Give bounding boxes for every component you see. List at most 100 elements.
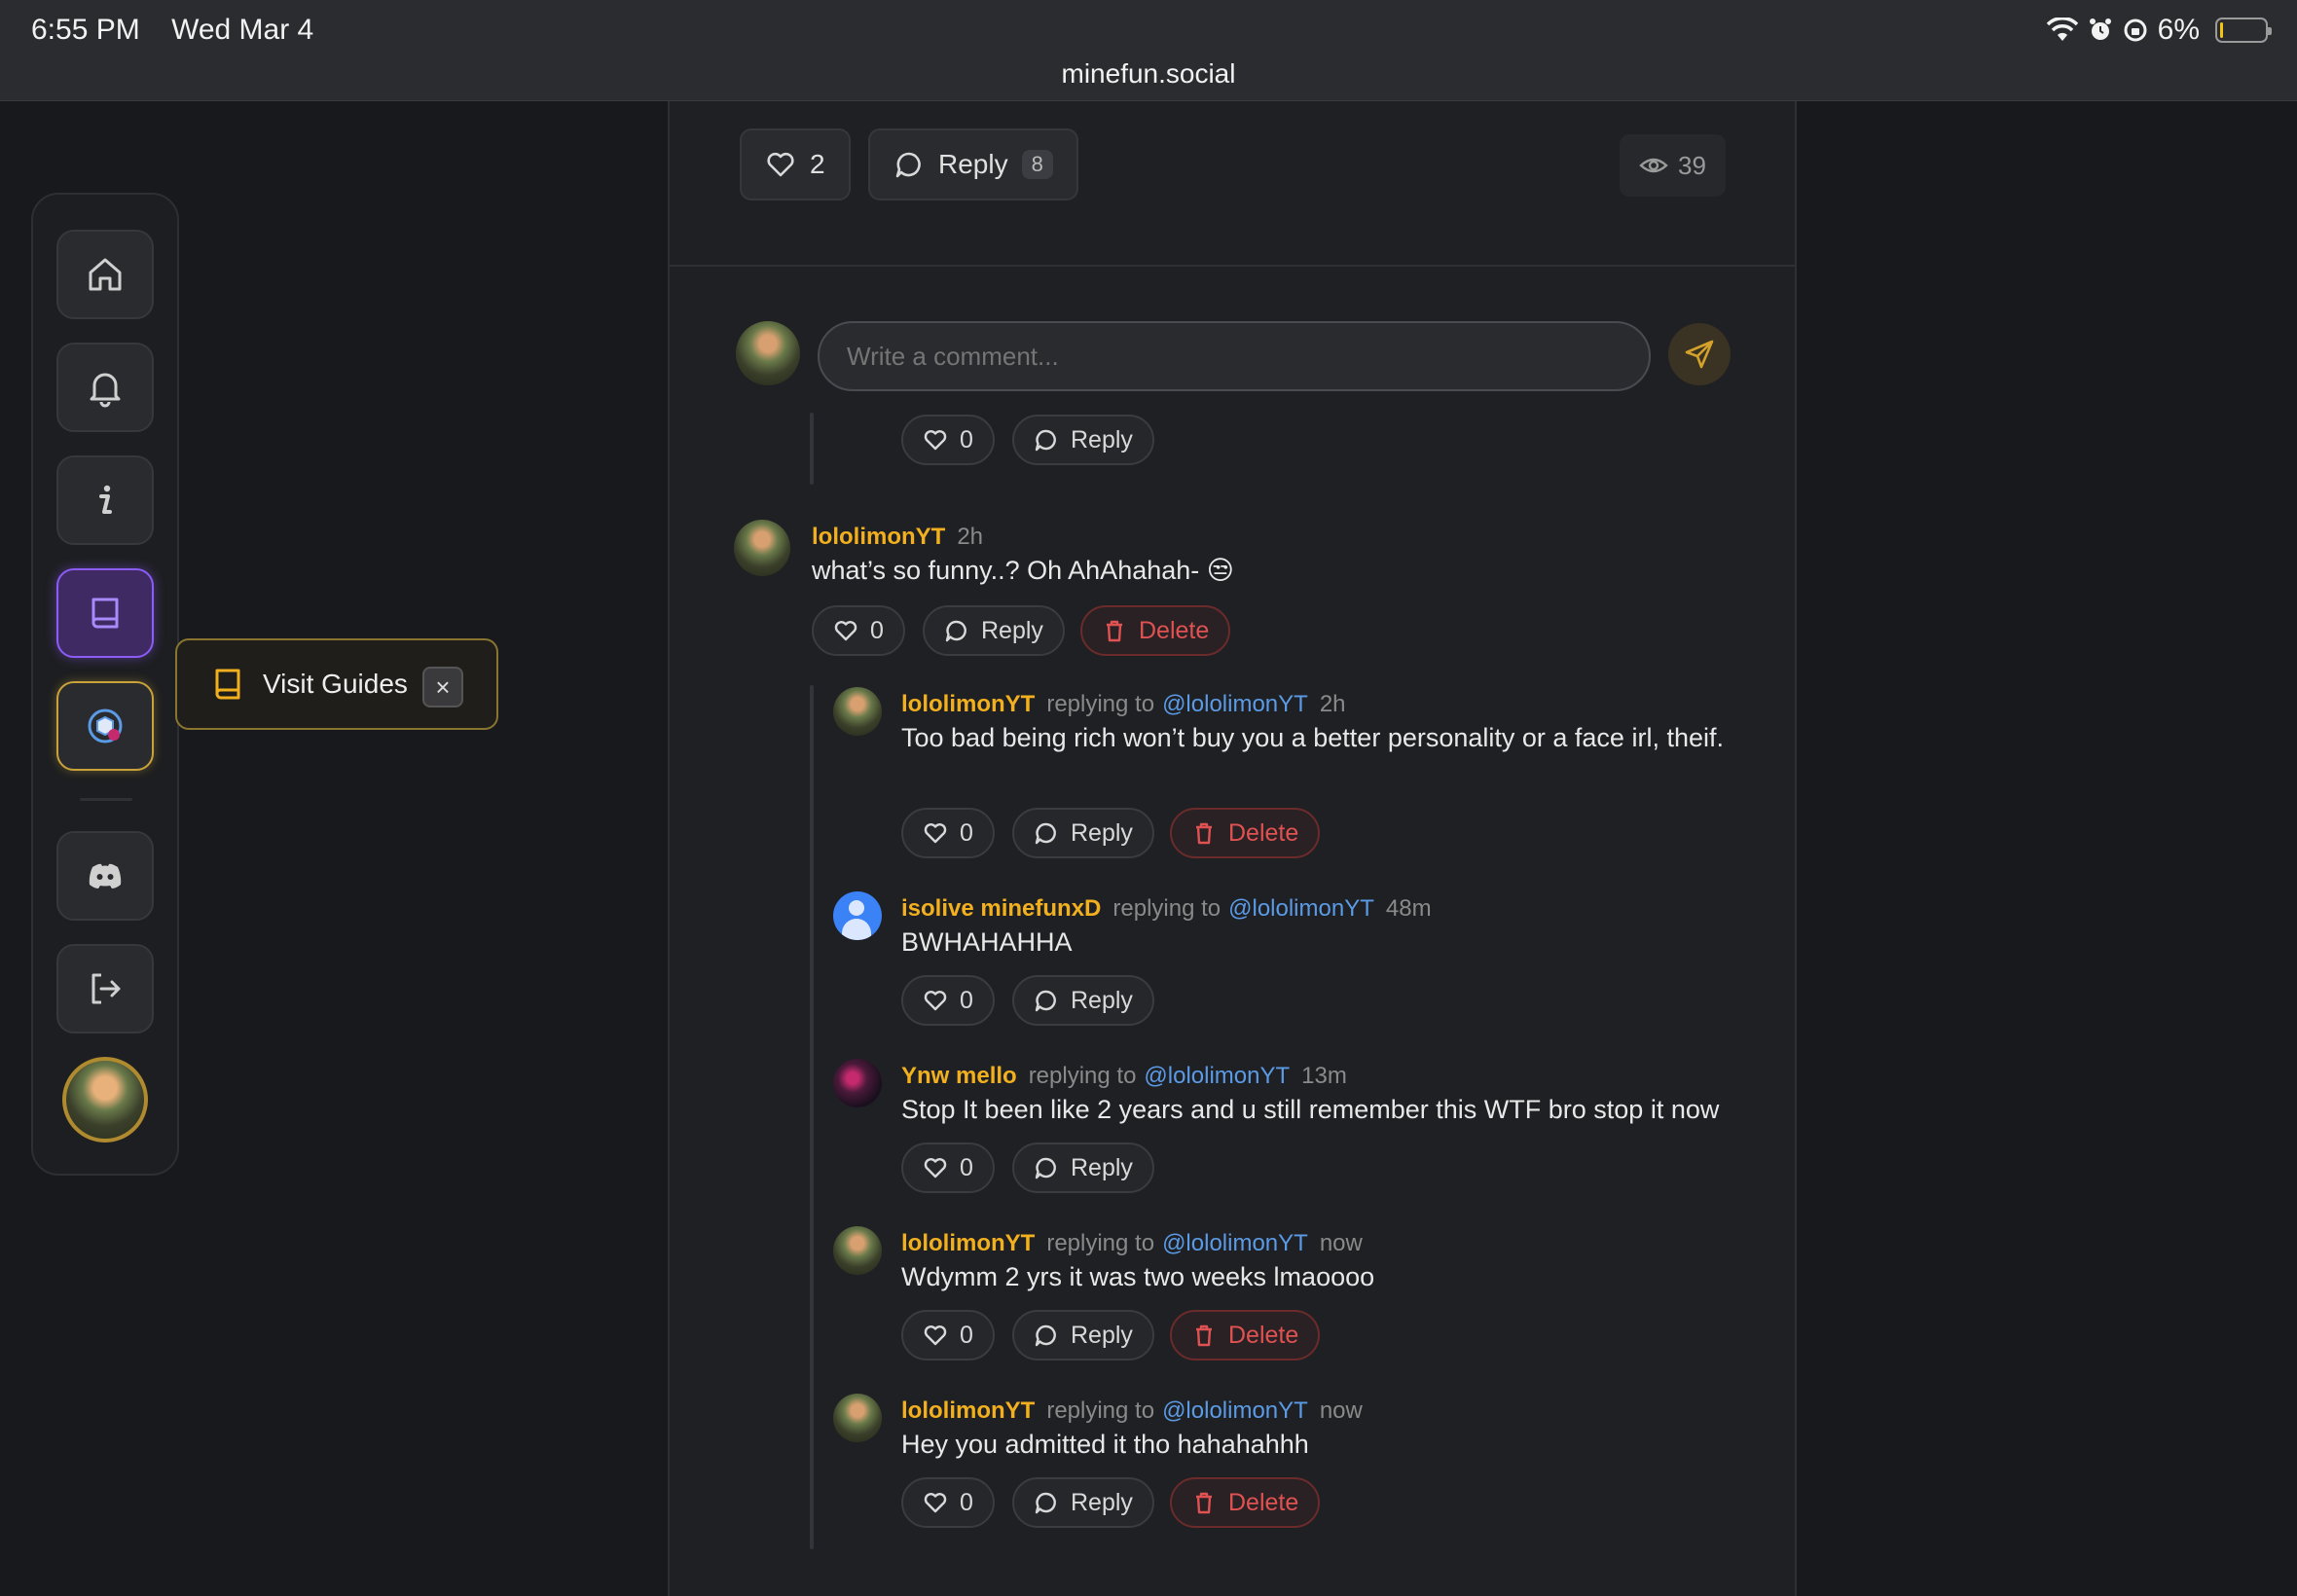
heart-icon	[767, 152, 794, 177]
reply-time: 2h	[1319, 691, 1346, 717]
reply-text: Hey you admitted it tho hahahahhh	[901, 1430, 1309, 1459]
post-like-count: 2	[810, 149, 825, 179]
battery-icon	[2215, 18, 2272, 43]
delete-label: Delete	[1139, 616, 1210, 644]
like-count: 0	[870, 616, 884, 644]
reply-like-button[interactable]: 0	[901, 808, 995, 858]
reply-text: Too bad being rich won’t buy you a bette…	[901, 723, 1724, 752]
heart-icon	[924, 1493, 947, 1513]
reply-avatar[interactable]	[833, 1226, 882, 1275]
replying-to-label: replying to	[1046, 691, 1155, 717]
reply-mention[interactable]: @lololimonYT	[1228, 895, 1374, 923]
tooltip-close-button[interactable]: ×	[422, 667, 463, 707]
status-bar: 6:55 PM Wed Mar 4 minefun.social 6%	[0, 0, 2297, 101]
profile-avatar[interactable]	[62, 1057, 148, 1143]
status-time: 6:55 PM	[31, 14, 140, 46]
reply-delete-button[interactable]: Delete	[1170, 1477, 1321, 1528]
post-divider	[670, 265, 1795, 267]
reply-username[interactable]: isolive minefunxD	[901, 895, 1101, 923]
book-icon	[215, 669, 240, 700]
comment-icon	[1035, 429, 1056, 452]
reply-like-button[interactable]: 0	[901, 1310, 995, 1360]
tooltip-label: Visit Guides	[263, 669, 408, 699]
like-count: 0	[960, 986, 973, 1014]
reply-username[interactable]: lololimonYT	[901, 1397, 1035, 1425]
comment-icon	[1035, 1492, 1056, 1514]
reply-label: Reply	[1071, 425, 1133, 453]
status-right: 6%	[2046, 14, 2272, 47]
replying-to-label: replying to	[1112, 895, 1221, 922]
reply-username[interactable]: lololimonYT	[901, 691, 1035, 718]
thread-line	[810, 685, 814, 1549]
comment-input[interactable]	[818, 321, 1651, 391]
comment-icon	[895, 152, 921, 178]
post-reply-button[interactable]: Reply 8	[868, 128, 1078, 200]
sidebar	[31, 193, 179, 1176]
heart-icon	[924, 1325, 947, 1346]
reply-delete-button[interactable]: Delete	[1170, 808, 1321, 858]
logout-icon	[91, 973, 121, 1004]
delete-label: Delete	[1228, 1321, 1299, 1349]
comment-like-button[interactable]: 0	[812, 605, 905, 656]
like-button[interactable]: 0	[901, 415, 995, 465]
heart-icon	[834, 621, 857, 641]
reply-time: 13m	[1301, 1063, 1347, 1089]
reply-like-button[interactable]: 0	[901, 1143, 995, 1193]
reply-avatar[interactable]	[833, 687, 882, 736]
post-like-button[interactable]: 2	[740, 128, 851, 200]
thread-line	[810, 413, 814, 485]
reply-delete-button[interactable]: Delete	[1170, 1310, 1321, 1360]
reply-reply-button[interactable]: Reply	[1012, 975, 1154, 1026]
reply-like-button[interactable]: 0	[901, 975, 995, 1026]
reply-label: Reply	[1071, 818, 1133, 847]
trash-icon	[1196, 822, 1212, 845]
trash-icon	[1196, 1492, 1212, 1514]
battery-fill	[2220, 22, 2223, 38]
nav-discord-button[interactable]	[56, 831, 154, 921]
nav-app-button[interactable]	[56, 681, 154, 771]
nav-notifications-button[interactable]	[56, 343, 154, 432]
reply-reply-button[interactable]: Reply	[1012, 808, 1154, 858]
address-url[interactable]: minefun.social	[0, 58, 2297, 90]
comment-delete-button[interactable]: Delete	[1080, 605, 1231, 656]
reply-avatar[interactable]	[833, 1394, 882, 1442]
comment-avatar[interactable]	[734, 520, 790, 576]
comment-time: 2h	[957, 524, 984, 550]
reply-mention[interactable]: @lololimonYT	[1162, 1230, 1308, 1257]
comment-reply-button[interactable]: Reply	[923, 605, 1065, 656]
nav-guides-button[interactable]	[56, 568, 154, 658]
reply-avatar[interactable]	[833, 1059, 882, 1107]
like-count: 0	[960, 1321, 973, 1349]
visit-guides-tooltip[interactable]: Visit Guides ×	[175, 638, 498, 730]
reply-meta: lololimonYT replying to @lololimonYT now	[901, 1230, 1363, 1257]
reply-text: BWHAHAHHA	[901, 927, 1073, 957]
comment-icon	[1035, 990, 1056, 1012]
reply-username[interactable]: Ynw mello	[901, 1063, 1017, 1090]
reply-avatar[interactable]	[833, 891, 882, 940]
reply-meta: isolive minefunxD replying to @lololimon…	[901, 895, 1432, 923]
heart-icon	[924, 823, 947, 844]
reply-reply-button[interactable]: Reply	[1012, 1477, 1154, 1528]
reply-reply-button[interactable]: Reply	[1012, 1310, 1154, 1360]
status-left: 6:55 PM Wed Mar 4	[31, 14, 337, 47]
post-panel: 2 Reply 8 39 0 Reply lololimonYT 2h what…	[668, 101, 1797, 1596]
reply-mention[interactable]: @lololimonYT	[1144, 1063, 1290, 1090]
reply-username[interactable]: lololimonYT	[901, 1230, 1035, 1257]
send-comment-button[interactable]	[1668, 323, 1731, 385]
reply-reply-button[interactable]: Reply	[1012, 1143, 1154, 1193]
nav-home-button[interactable]	[56, 230, 154, 319]
nav-info-button[interactable]	[56, 455, 154, 545]
reply-button[interactable]: Reply	[1012, 415, 1154, 465]
reply-like-button[interactable]: 0	[901, 1477, 995, 1528]
battery-percent: 6%	[2157, 14, 2200, 46]
nav-logout-button[interactable]	[56, 944, 154, 1034]
comment-username[interactable]: lololimonYT	[812, 524, 945, 551]
reply-text: Stop It been like 2 years and u still re…	[901, 1095, 1720, 1124]
reply-mention[interactable]: @lololimonYT	[1162, 691, 1308, 718]
reply-mention[interactable]: @lololimonYT	[1162, 1397, 1308, 1425]
reply-label: Reply	[981, 616, 1043, 644]
reply-time: now	[1319, 1397, 1363, 1424]
reply-meta: Ynw mello replying to @lololimonYT 13m	[901, 1063, 1347, 1090]
wifi-icon	[2046, 18, 2078, 41]
replying-to-label: replying to	[1028, 1063, 1137, 1089]
